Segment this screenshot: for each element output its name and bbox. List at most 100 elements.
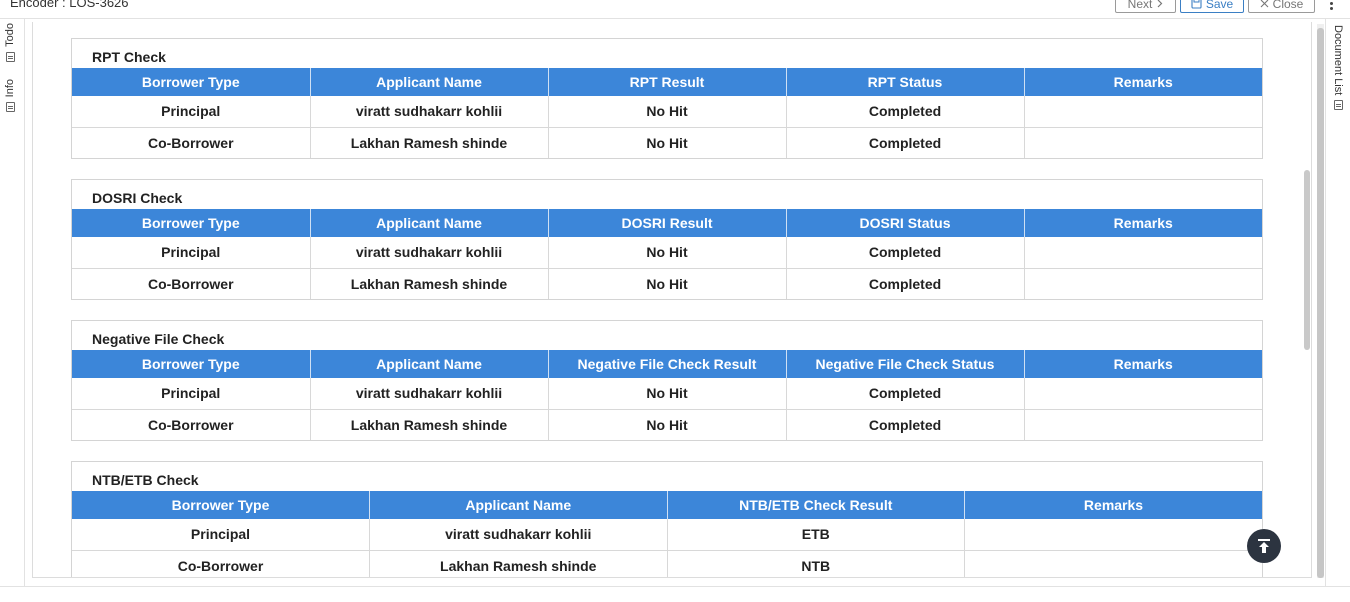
table-cell: Completed: [786, 127, 1025, 158]
table-header-row: Borrower Type Applicant Name RPT Result …: [72, 68, 1262, 96]
top-bar: Encoder : LOS-3626 Next Save Close: [0, 0, 1350, 19]
column-header: Borrower Type: [72, 350, 311, 378]
table-cell: [1024, 96, 1262, 128]
column-header: Applicant Name: [310, 209, 549, 237]
table-cell: [1024, 268, 1262, 299]
arrow-up-to-line-icon: [1258, 539, 1270, 553]
table-cell: Completed: [786, 409, 1025, 440]
content-scrollbar-thumb[interactable]: [1304, 170, 1310, 350]
table-cell: [1024, 237, 1262, 269]
table-cell: Co-Borrower: [72, 268, 311, 299]
chevron-right-icon: [1157, 0, 1163, 8]
table-cell: viratt sudhakarr kohlii: [310, 96, 549, 128]
info-tab[interactable]: Info: [4, 79, 16, 113]
page-scrollbar[interactable]: [1317, 24, 1324, 578]
column-header: DOSRI Status: [786, 209, 1025, 237]
todo-tab-label: Todo: [4, 23, 16, 47]
table-cell: Completed: [786, 378, 1025, 410]
table-cell: Principal: [72, 237, 311, 269]
table-row: Co-Borrower Lakhan Ramesh shinde NTB: [72, 550, 1263, 577]
next-button[interactable]: Next: [1115, 0, 1176, 13]
column-header: NTB/ETB Check Result: [667, 491, 965, 519]
table-cell: No Hit: [548, 127, 787, 158]
section-title: Negative File Check: [92, 331, 225, 347]
dosri-check-table: Borrower Type Applicant Name DOSRI Resul…: [72, 209, 1262, 299]
close-icon: [1260, 0, 1269, 8]
close-button[interactable]: Close: [1248, 0, 1315, 13]
column-header: Applicant Name: [310, 68, 549, 96]
ntb-etb-check-table: Borrower Type Applicant Name NTB/ETB Che…: [72, 491, 1263, 577]
save-icon: [1191, 0, 1202, 9]
table-row: Co-Borrower Lakhan Ramesh shinde No Hit …: [72, 127, 1262, 158]
table-cell: viratt sudhakarr kohlii: [310, 378, 549, 410]
ntb-etb-check-section: NTB/ETB Check Borrower Type Applicant Na…: [71, 461, 1263, 577]
column-header: Remarks: [964, 491, 1262, 519]
negative-file-check-section: Negative File Check Borrower Type Applic…: [71, 320, 1263, 441]
table-row: Principal viratt sudhakarr kohlii ETB: [72, 519, 1262, 551]
right-side-rail: Document List: [1325, 19, 1350, 586]
main-content-panel: RPT Check Borrower Type Applicant Name R…: [32, 22, 1312, 578]
clipboard-icon: [5, 51, 15, 62]
table-cell: [965, 550, 1263, 577]
dosri-check-section: DOSRI Check Borrower Type Applicant Name…: [71, 179, 1263, 300]
table-cell: viratt sudhakarr kohlii: [369, 519, 668, 551]
table-cell: [1024, 409, 1262, 440]
table-row: Principal viratt sudhakarr kohlii No Hit…: [72, 237, 1262, 269]
table-cell: Completed: [786, 268, 1025, 299]
table-cell: No Hit: [548, 237, 787, 269]
table-cell: Principal: [72, 96, 311, 128]
table-cell: Lakhan Ramesh shinde: [310, 409, 549, 440]
save-button[interactable]: Save: [1180, 0, 1244, 13]
table-cell: Co-Borrower: [72, 127, 311, 158]
table-cell: Lakhan Ramesh shinde: [310, 268, 549, 299]
table-row: Co-Borrower Lakhan Ramesh shinde No Hit …: [72, 409, 1262, 440]
clipboard-icon: [5, 102, 15, 113]
more-options-kebab-icon[interactable]: [1327, 0, 1335, 11]
table-row: Principal viratt sudhakarr kohlii No Hit…: [72, 96, 1262, 128]
todo-tab[interactable]: Todo: [4, 23, 16, 62]
table-header-row: Borrower Type Applicant Name NTB/ETB Che…: [72, 491, 1262, 519]
table-row: Co-Borrower Lakhan Ramesh shinde No Hit …: [72, 268, 1262, 299]
column-header: Applicant Name: [369, 491, 668, 519]
table-cell: NTB: [667, 550, 965, 577]
table-cell: Completed: [786, 237, 1025, 269]
footer-divider: [0, 586, 1350, 587]
left-side-rail: Todo Info: [0, 19, 25, 586]
column-header: RPT Result: [548, 68, 787, 96]
rpt-check-section: RPT Check Borrower Type Applicant Name R…: [71, 38, 1263, 159]
table-cell: Co-Borrower: [72, 550, 370, 577]
column-header: Remarks: [1024, 350, 1262, 378]
table-cell: [1024, 378, 1262, 410]
table-cell: Principal: [72, 378, 311, 410]
info-tab-label: Info: [4, 79, 16, 98]
document-list-tab[interactable]: Document List: [1332, 25, 1344, 111]
negative-file-check-table: Borrower Type Applicant Name Negative Fi…: [72, 350, 1262, 440]
table-cell: [964, 519, 1262, 551]
table-cell: viratt sudhakarr kohlii: [310, 237, 549, 269]
document-icon: [1333, 100, 1343, 111]
column-header: Borrower Type: [72, 491, 370, 519]
column-header: Borrower Type: [72, 68, 311, 96]
table-cell: [1024, 127, 1262, 158]
close-button-label: Close: [1272, 0, 1304, 11]
column-header: Remarks: [1024, 68, 1262, 96]
table-cell: No Hit: [548, 96, 787, 128]
document-list-tab-label: Document List: [1332, 25, 1344, 96]
table-cell: Lakhan Ramesh shinde: [369, 550, 668, 577]
table-header-row: Borrower Type Applicant Name Negative Fi…: [72, 350, 1262, 378]
section-title: NTB/ETB Check: [92, 472, 199, 488]
column-header: RPT Status: [786, 68, 1025, 96]
table-header-row: Borrower Type Applicant Name DOSRI Resul…: [72, 209, 1262, 237]
table-cell: Principal: [72, 519, 370, 551]
scroll-to-top-button[interactable]: [1247, 529, 1281, 563]
table-cell: ETB: [667, 519, 965, 551]
rpt-check-table: Borrower Type Applicant Name RPT Result …: [72, 68, 1262, 158]
table-row: Principal viratt sudhakarr kohlii No Hit…: [72, 378, 1262, 410]
column-header: Negative File Check Result: [548, 350, 787, 378]
section-title: RPT Check: [92, 49, 166, 65]
page-title: Encoder : LOS-3626: [10, 0, 129, 10]
column-header: Remarks: [1024, 209, 1262, 237]
next-button-label: Next: [1127, 0, 1153, 11]
page-scrollbar-thumb[interactable]: [1317, 28, 1324, 578]
table-cell: Lakhan Ramesh shinde: [310, 127, 549, 158]
